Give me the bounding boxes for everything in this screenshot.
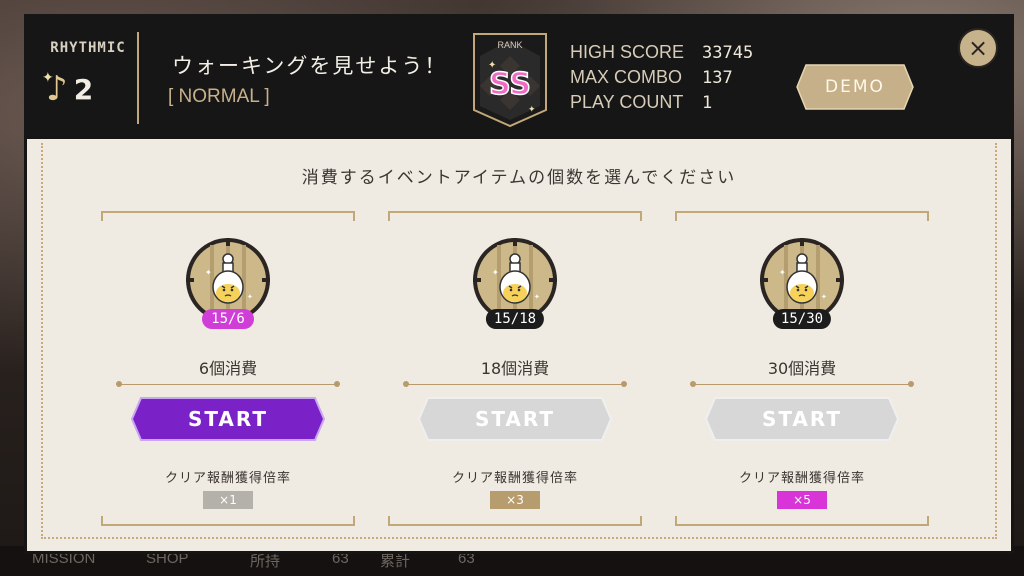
reward-multiplier-label: クリア報酬獲得倍率	[738, 471, 865, 486]
item-option-card: ✦ ✦ 15/18 18個消費 START クリア報酬獲得倍率 ×3	[388, 211, 642, 526]
item-option-card: ✦ ✦ 15/6 6個消費 START クリア報酬獲得倍率 ×1	[101, 211, 355, 526]
high-score-value: 33745	[702, 42, 754, 63]
item-cost-label: 6個消費	[198, 359, 258, 378]
close-button[interactable]: ×	[958, 28, 998, 68]
reward-multiplier-label: クリア報酬獲得倍率	[164, 471, 291, 486]
svg-text:✦: ✦	[492, 268, 499, 277]
start-button-label: START	[187, 407, 269, 431]
rank-value: SS	[489, 67, 531, 102]
item-selection-panel: 消費するイベントアイテムの個数を選んでください ✦ ✦ 15/6 6個消費 ST…	[24, 136, 1014, 554]
sparkle-icon: ✦	[42, 70, 54, 86]
card-top-frame	[101, 211, 355, 221]
item-option-card: ✦ ✦ 15/30 30個消費 START クリア報酬獲得倍率 ×5	[675, 211, 929, 526]
item-count-badge: 15/6	[202, 309, 254, 329]
item-cost-label: 30個消費	[767, 359, 837, 378]
reward-multiplier-label: クリア報酬獲得倍率	[451, 471, 578, 486]
stat-row: PLAY COUNT 1	[570, 90, 753, 115]
header-divider	[137, 32, 139, 124]
card-bottom-frame	[101, 516, 355, 526]
start-button-label: START	[761, 407, 843, 431]
start-button[interactable]: START	[704, 397, 900, 441]
svg-text:✦: ✦	[779, 268, 786, 277]
svg-text:✦: ✦	[247, 293, 253, 301]
panel-frame: 消費するイベントアイテムの個数を選んでください ✦ ✦ 15/6 6個消費 ST…	[41, 143, 997, 539]
rank-label: RANK	[497, 40, 522, 50]
start-button[interactable]: START	[130, 397, 326, 441]
svg-text:✦: ✦	[821, 293, 827, 301]
rank-badge-shape: SS RANK ✦ ✦	[473, 33, 547, 128]
song-mode-label: RHYTHMIC	[50, 40, 126, 56]
card-top-frame	[388, 211, 642, 221]
start-button-label: START	[474, 407, 556, 431]
song-level: ✦ ♪ 2	[42, 70, 94, 106]
item-cost-label: 18個消費	[480, 359, 550, 378]
play-count-label: PLAY COUNT	[570, 92, 684, 112]
song-select-modal: RHYTHMIC ✦ ♪ 2 ウォーキングを見せよう！ [ NORMAL ] S…	[24, 14, 1014, 554]
song-title: ウォーキングを見せよう！	[172, 54, 448, 78]
high-score-label: HIGH SCORE	[570, 42, 685, 62]
stat-row: HIGH SCORE 33745	[570, 40, 753, 65]
card-divider	[403, 381, 627, 387]
reward-multiplier-badge: ×1	[203, 491, 253, 509]
reward-multiplier-badge: ×5	[777, 491, 827, 509]
demo-button[interactable]: DEMO	[796, 64, 914, 110]
modal-header: RHYTHMIC ✦ ♪ 2 ウォーキングを見せよう！ [ NORMAL ] S…	[24, 14, 1014, 136]
card-divider	[116, 381, 340, 387]
sparkle-icon: ✦	[528, 105, 536, 115]
score-stats: HIGH SCORE 33745 MAX COMBO 137 PLAY COUN…	[570, 40, 753, 115]
svg-text:✦: ✦	[205, 268, 212, 277]
card-bottom-frame	[388, 516, 642, 526]
stat-row: MAX COMBO 137	[570, 65, 753, 90]
rank-badge: SS RANK ✦ ✦	[472, 32, 548, 128]
svg-text:✦: ✦	[534, 293, 540, 301]
item-count-badge: 15/18	[485, 309, 545, 329]
max-combo-value: 137	[702, 67, 733, 88]
card-divider	[690, 381, 914, 387]
start-button[interactable]: START	[417, 397, 613, 441]
demo-button-label: DEMO	[825, 77, 885, 97]
reward-multiplier-badge: ×3	[490, 491, 540, 509]
card-top-frame	[675, 211, 929, 221]
sparkle-icon: ✦	[488, 60, 496, 71]
level-number: 2	[73, 72, 94, 106]
card-bottom-frame	[675, 516, 929, 526]
selection-prompt: 消費するイベントアイテムの個数を選んでください	[301, 168, 737, 188]
max-combo-label: MAX COMBO	[570, 67, 683, 87]
close-icon: ×	[967, 34, 989, 62]
difficulty-label: [ NORMAL ]	[168, 86, 270, 107]
item-count-badge: 15/30	[772, 309, 832, 329]
play-count-value: 1	[702, 92, 713, 113]
